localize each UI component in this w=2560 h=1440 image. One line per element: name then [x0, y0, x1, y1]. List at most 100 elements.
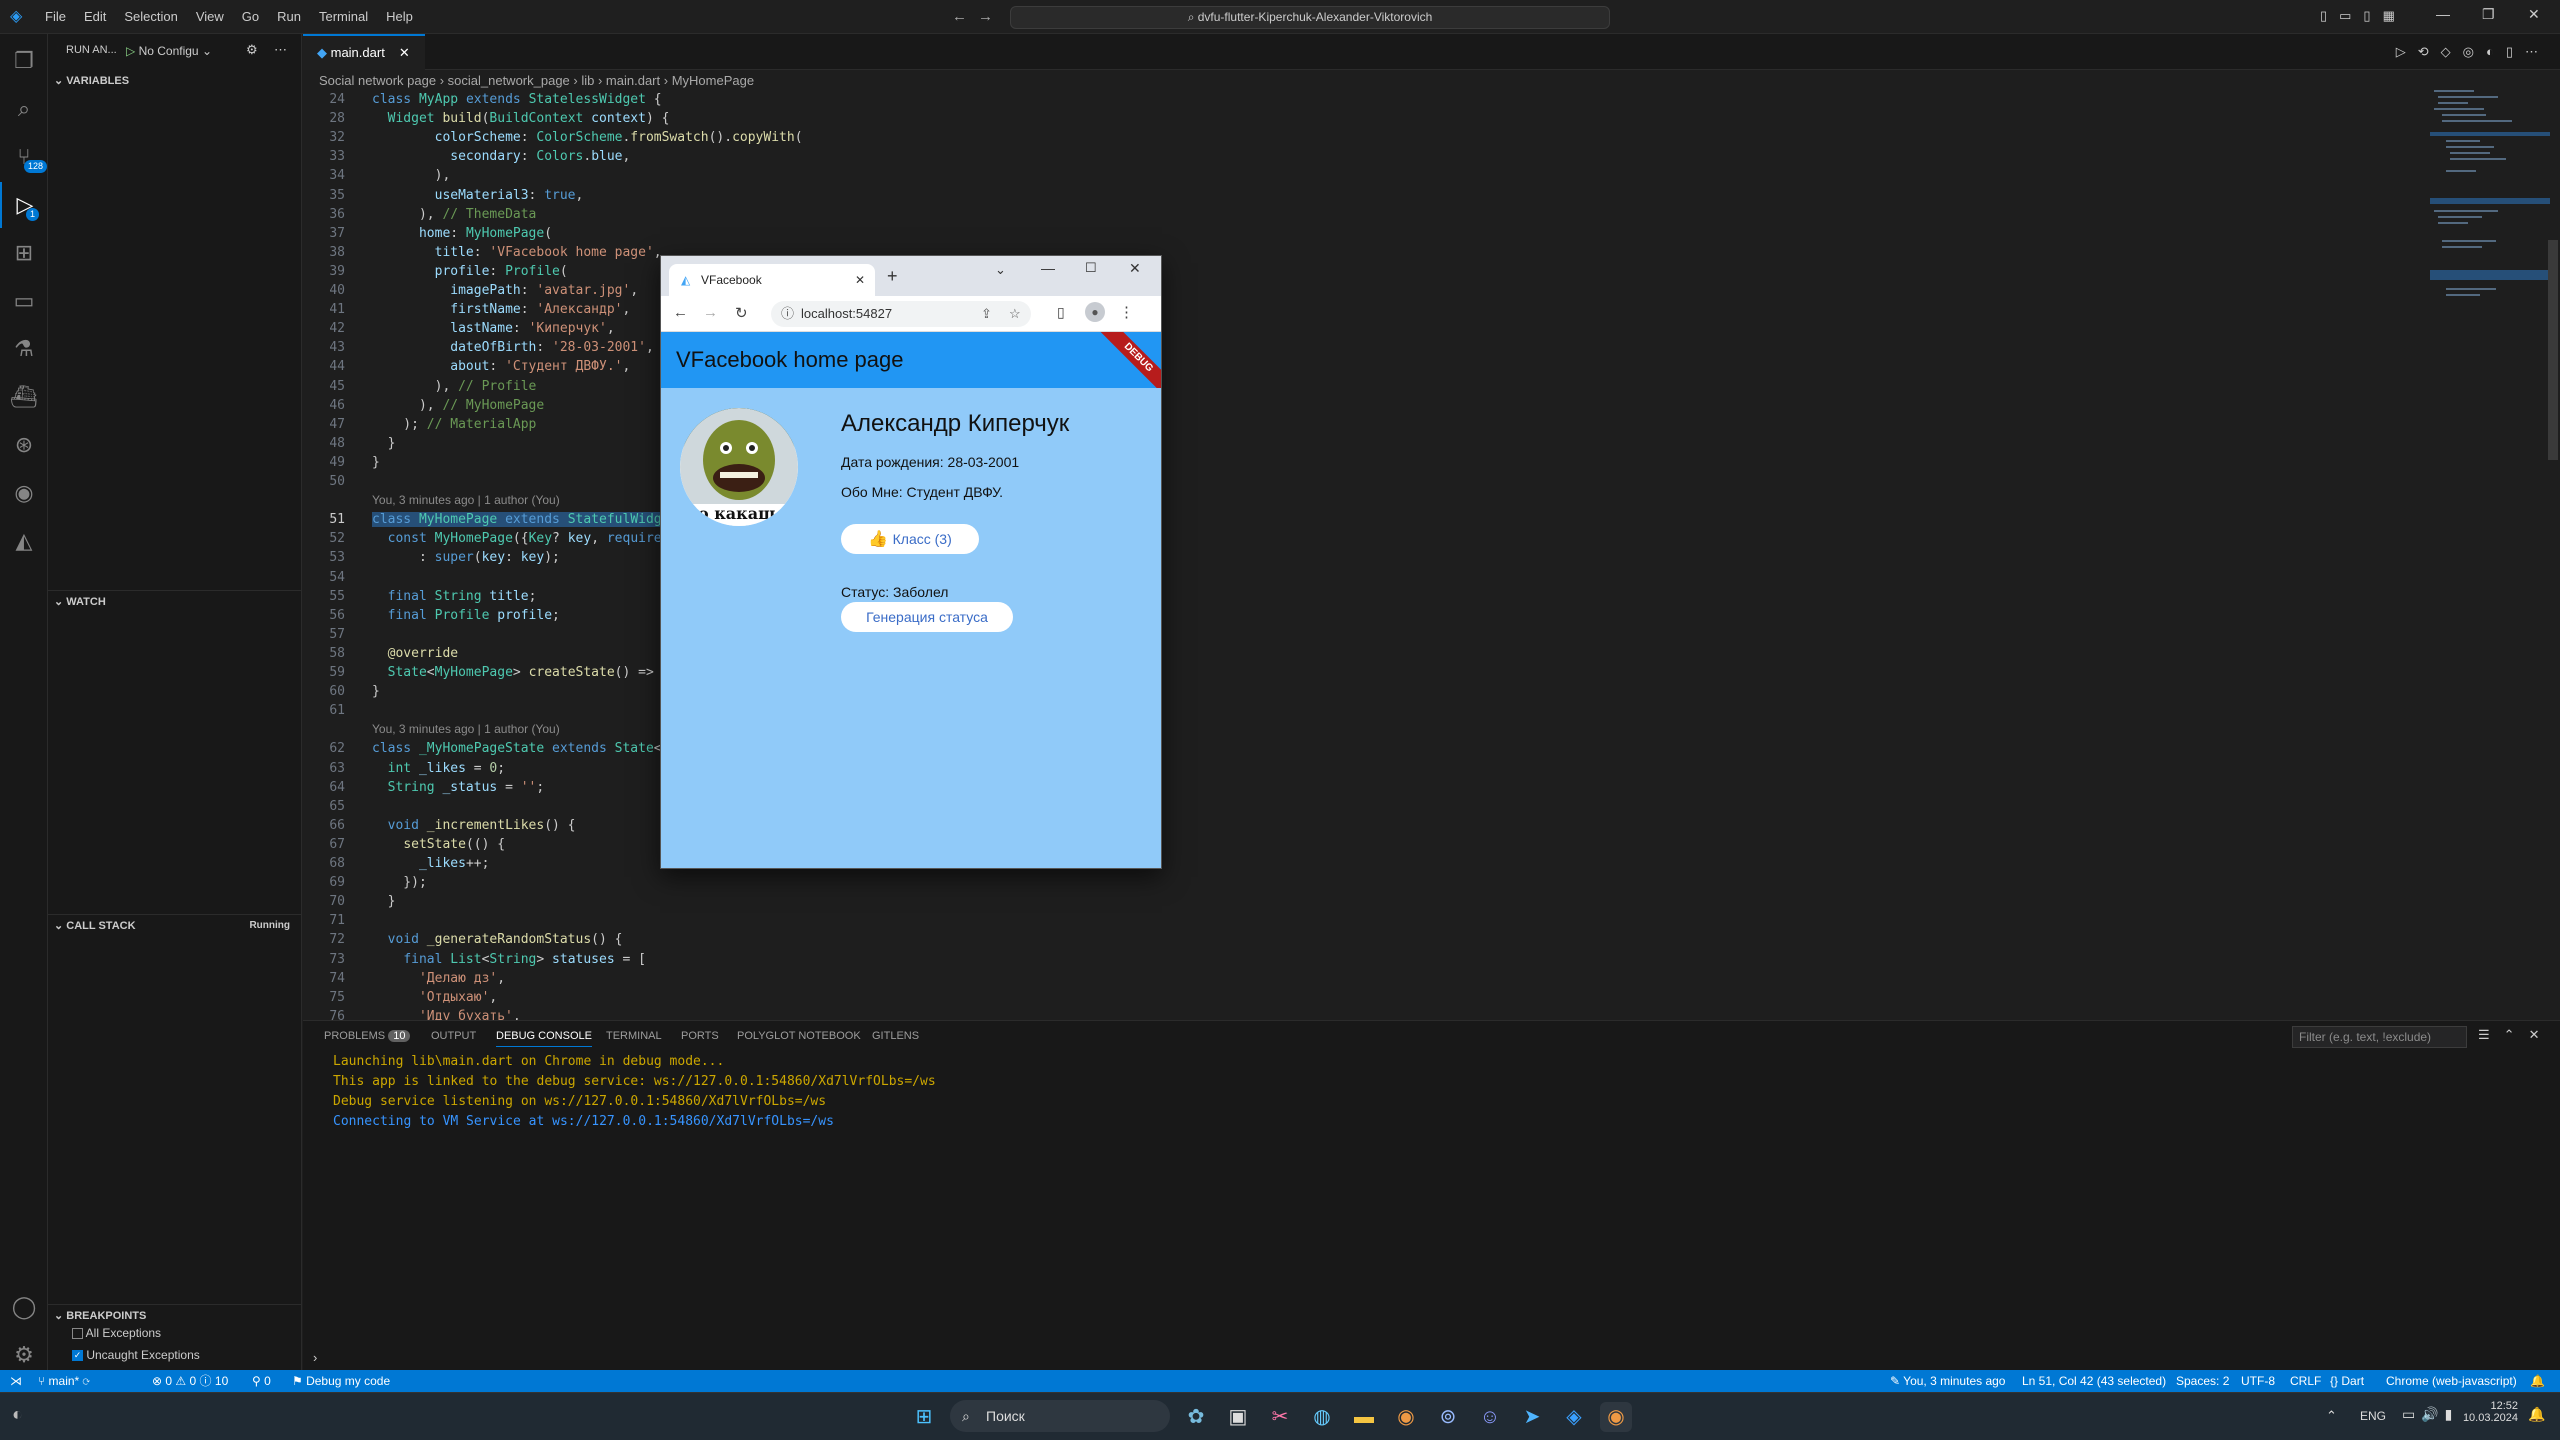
battery-icon[interactable]: ▮ — [2445, 1406, 2459, 1422]
extensions-icon[interactable]: ⊞ — [0, 230, 48, 276]
steam-icon[interactable]: ⊚ — [1432, 1402, 1464, 1432]
launch-config-select[interactable]: ▷ No Configu ⌄ — [126, 40, 236, 62]
code-line[interactable]: } — [372, 436, 396, 451]
git-blame-annotation[interactable]: You, 3 minutes ago | 1 author (You) — [372, 493, 560, 507]
code-line[interactable]: home: MyHomePage( — [372, 226, 552, 241]
sync-icon[interactable]: ⟳ — [83, 1374, 90, 1388]
console-filter-input[interactable]: Filter (e.g. text, !exclude) — [2292, 1026, 2467, 1048]
indentation[interactable]: Spaces: 2 — [2176, 1370, 2229, 1392]
volume-icon[interactable]: 🔊 — [2421, 1406, 2444, 1422]
code-line[interactable]: setState(() { — [372, 837, 505, 852]
code-line[interactable]: ), // Profile — [372, 379, 537, 394]
site-info-icon[interactable]: ⓘ — [781, 301, 794, 327]
code-line[interactable]: useMaterial3: true, — [372, 188, 584, 203]
breadcrumb-item[interactable]: lib — [581, 73, 594, 88]
code-line[interactable]: final List<String> statuses = [ — [372, 952, 646, 967]
console-input-prompt-icon[interactable]: › — [313, 1350, 317, 1365]
checkbox-unchecked[interactable] — [72, 1328, 83, 1340]
restore-window-button[interactable]: ❐ — [2482, 6, 2495, 23]
code-line[interactable]: : super(key: key); — [372, 550, 560, 565]
code-line[interactable]: ), // MyHomePage — [372, 398, 544, 413]
menu-item-run[interactable]: Run — [268, 0, 310, 34]
encoding[interactable]: UTF-8 — [2241, 1370, 2275, 1392]
breadcrumb-item[interactable]: Social network page — [319, 73, 436, 88]
widgets-icon[interactable]: ◐ — [12, 1404, 23, 1425]
code-line[interactable]: String _status = ''; — [372, 780, 545, 795]
tab-problems[interactable]: PROBLEMS 10 — [324, 1030, 411, 1042]
git-blame-annotation[interactable]: You, 3 minutes ago | 1 author (You) — [372, 722, 560, 736]
snipping-tool-icon[interactable]: ✂ — [1264, 1402, 1296, 1432]
new-tab-icon[interactable]: + — [887, 266, 898, 287]
source-control-icon[interactable]: ⑂ 128 — [0, 134, 48, 180]
code-line[interactable]: title: 'VFacebook home page', — [372, 245, 662, 260]
code-line[interactable]: void _incrementLikes() { — [372, 818, 576, 833]
code-line[interactable]: final String title; — [372, 589, 537, 604]
chrome-active-icon[interactable]: ◉ — [1600, 1402, 1632, 1432]
code-line[interactable]: dateOfBirth: '28-03-2001', — [372, 340, 654, 355]
editor-actions[interactable]: ▷⟲◇◎◐▯⋯ — [2396, 44, 2550, 60]
call-stack-section[interactable]: ⌄ CALL STACK Running — [48, 914, 302, 936]
code-line[interactable]: lastName: 'Киперчук', — [372, 321, 614, 336]
ports-indicator[interactable]: ⚲ 0 — [252, 1370, 271, 1392]
more-actions-icon[interactable]: ⋯ — [274, 42, 287, 58]
tab-gitlens[interactable]: GITLENS — [872, 1030, 919, 1042]
tab-search-icon[interactable]: ⌄ — [995, 262, 1006, 278]
tab-debug-console[interactable]: DEBUG CONSOLE — [496, 1030, 592, 1047]
breadcrumb-item[interactable]: main.dart — [606, 73, 660, 88]
code-line[interactable]: ), // ThemeData — [372, 207, 536, 222]
search-icon[interactable]: ⌕ — [0, 86, 48, 132]
browser-tab[interactable]: ◭ VFacebook ✕ — [669, 264, 875, 296]
reload-icon[interactable]: ↻ — [735, 304, 748, 322]
code-line[interactable]: } — [372, 894, 396, 909]
code-line[interactable]: firstName: 'Александр', — [372, 302, 630, 317]
side-panel-icon[interactable]: ▯ — [1057, 304, 1065, 321]
network-icon[interactable]: ▭ — [2402, 1406, 2421, 1422]
close-window-button[interactable]: ✕ — [2528, 6, 2540, 23]
discord-icon[interactable]: ☺ — [1474, 1402, 1506, 1432]
gitlens-icon[interactable]: ⊛ — [0, 422, 48, 468]
code-editor[interactable]: 24 class MyApp extends StatelessWidget {2… — [303, 92, 2403, 1024]
close-tab-icon[interactable]: ✕ — [399, 45, 410, 60]
tab-polyglot-notebook[interactable]: POLYGLOT NOTEBOOK — [737, 1030, 861, 1042]
code-line[interactable]: State<MyHomePage> createState() => — [372, 665, 654, 680]
code-line[interactable]: } — [372, 684, 380, 699]
code-line[interactable]: profile: Profile( — [372, 264, 568, 279]
code-line[interactable]: const MyHomePage({Key? key, required — [372, 531, 670, 546]
cursor-position[interactable]: Ln 51, Col 42 (43 selected) — [2022, 1370, 2166, 1392]
git-blame-status[interactable]: ✎ You, 3 minutes ago — [1890, 1370, 2005, 1392]
code-line[interactable]: void _generateRandomStatus() { — [372, 932, 623, 947]
code-line[interactable]: colorScheme: ColorScheme.fromSwatch().co… — [372, 130, 803, 145]
flutter-icon[interactable]: ◭ — [0, 518, 48, 564]
layout-toggle-icons[interactable]: ▯▭▯▦ — [2320, 8, 2407, 24]
input-language[interactable]: ENG — [2360, 1409, 2386, 1423]
tab-main-dart[interactable]: ◆ main.dart ✕ — [303, 34, 425, 70]
profile-avatar-icon[interactable]: ● — [1085, 302, 1105, 322]
notifications-bell-icon[interactable]: 🔔 — [2530, 1370, 2545, 1392]
code-line[interactable]: class _MyHomePageState extends State< — [372, 741, 662, 756]
github-icon[interactable]: ◉ — [0, 470, 48, 516]
maximize-panel-icon[interactable]: ⌃ — [2504, 1027, 2529, 1042]
code-line[interactable]: Widget build(BuildContext context) { — [372, 111, 670, 126]
remote-icon[interactable]: ⋊ — [10, 1370, 22, 1392]
checkbox-checked[interactable]: ✓ — [72, 1350, 83, 1362]
forward-arrow-icon[interactable]: → — [703, 304, 718, 321]
breakpoint-uncaught-exceptions[interactable]: ✓ Uncaught Exceptions — [72, 1348, 200, 1362]
menu-item-view[interactable]: View — [187, 0, 233, 34]
copilot-icon[interactable]: ✿ — [1180, 1402, 1212, 1432]
breadcrumb-item[interactable]: social_network_page — [448, 73, 570, 88]
git-branch[interactable]: ⑂ main* ⟳ — [38, 1370, 90, 1392]
close-panel-icon[interactable]: ✕ — [2529, 1027, 2554, 1042]
chrome-icon[interactable]: ◉ — [1390, 1402, 1422, 1432]
code-line[interactable]: @override — [372, 646, 458, 661]
testing-icon[interactable]: ⚗ — [0, 326, 48, 372]
tab-output[interactable]: OUTPUT — [431, 1030, 476, 1042]
breakpoints-section[interactable]: ⌄ BREAKPOINTS — [48, 1304, 302, 1326]
code-line[interactable]: } — [372, 455, 380, 470]
code-line[interactable]: 'Делаю дз', — [372, 971, 505, 986]
code-line[interactable]: int _likes = 0; — [372, 761, 505, 776]
menu-item-go[interactable]: Go — [233, 0, 268, 34]
maximize-window-button[interactable]: ☐ — [1085, 260, 1097, 276]
file-explorer-icon[interactable]: ▬ — [1348, 1402, 1380, 1432]
flutter-device[interactable]: Chrome (web-javascript) — [2386, 1370, 2517, 1392]
telegram-icon[interactable]: ➤ — [1516, 1402, 1548, 1432]
